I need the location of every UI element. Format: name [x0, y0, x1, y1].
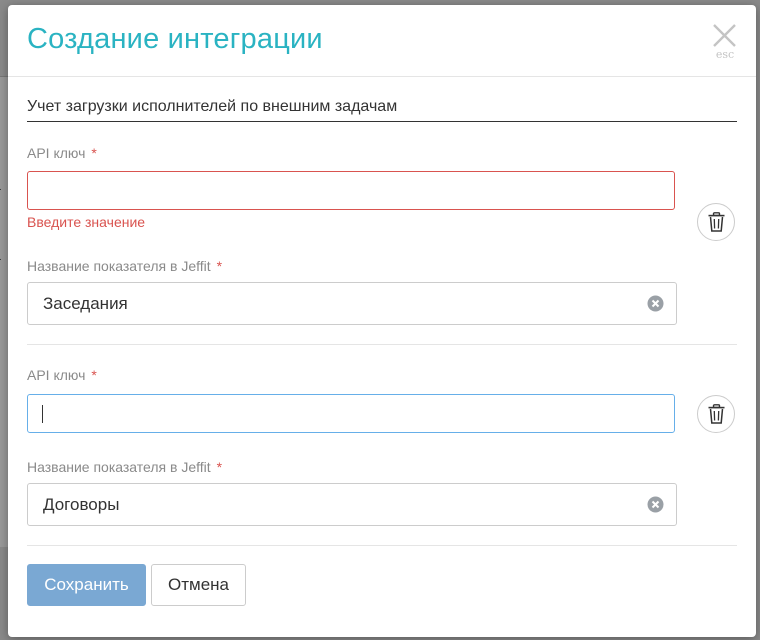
metric-name-select[interactable]: Договоры [27, 483, 677, 526]
background-text-fragment: й [0, 418, 8, 436]
metric-name-select[interactable]: Заседания [27, 282, 677, 325]
clear-circle-icon [647, 295, 664, 312]
clear-circle-icon [647, 496, 664, 513]
metric-name-value: Договоры [43, 495, 120, 514]
api-key-label: API ключ * [27, 145, 97, 161]
integration-name-input[interactable] [27, 93, 737, 122]
metric-name-label-text: Название показателя в Jeffit [27, 459, 211, 475]
metric-name-label-text: Название показателя в Jeffit [27, 258, 211, 274]
trash-icon [708, 212, 725, 232]
background-text-fragment: а [0, 247, 8, 265]
api-key-input[interactable] [27, 171, 675, 210]
api-key-input[interactable] [27, 394, 675, 433]
clear-selection-button[interactable] [647, 496, 664, 513]
close-icon [713, 24, 736, 47]
metric-name-value: Заседания [43, 294, 128, 313]
api-key-label: API ключ * [27, 367, 97, 383]
cancel-button[interactable]: Отмена [151, 564, 246, 606]
metric-name-label: Название показателя в Jeffit * [27, 258, 222, 274]
create-integration-dialog: Создание интеграции esc API ключ * Введит… [8, 5, 756, 637]
delete-integration-button[interactable] [697, 395, 735, 433]
background-text-fragment: а [0, 177, 8, 195]
group-divider [27, 545, 737, 546]
text-cursor [42, 405, 43, 423]
esc-hint: esc [715, 48, 735, 61]
dialog-header: Создание интеграции esc [8, 5, 756, 77]
required-mark: * [216, 258, 223, 274]
required-mark: * [91, 145, 97, 161]
api-key-error: Введите значение [27, 214, 146, 230]
required-mark: * [216, 459, 223, 475]
api-key-label-text: API ключ [27, 145, 86, 161]
background-text-fragment: с [0, 140, 8, 158]
required-mark: * [91, 367, 97, 383]
trash-icon [708, 404, 725, 424]
api-key-label-text: API ключ [27, 367, 86, 383]
metric-name-label: Название показателя в Jeffit * [27, 459, 222, 475]
delete-integration-button[interactable] [697, 203, 735, 241]
clear-selection-button[interactable] [647, 295, 664, 312]
save-button[interactable]: Сохранить [27, 564, 146, 606]
group-divider [27, 344, 737, 345]
close-button[interactable]: esc [710, 23, 738, 63]
dialog-title: Создание интеграции [27, 23, 323, 55]
